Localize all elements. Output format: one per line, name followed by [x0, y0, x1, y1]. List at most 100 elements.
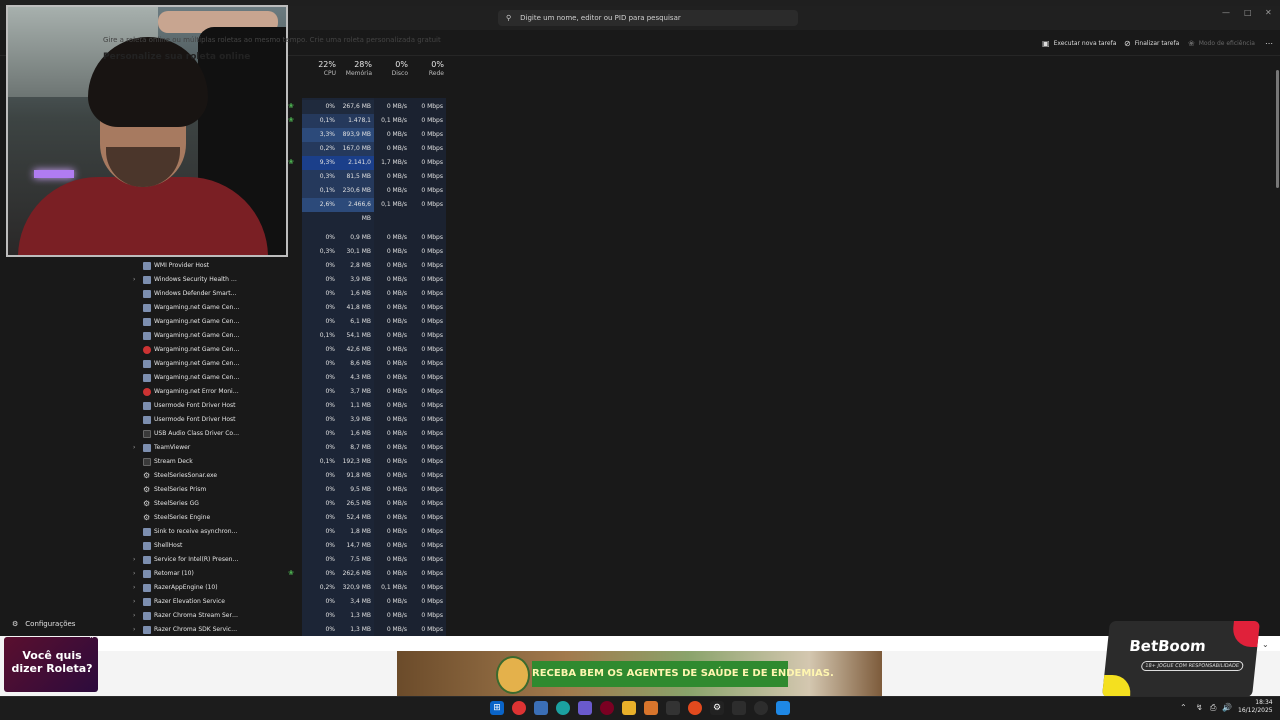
cell-net: 0 Mbps	[421, 598, 443, 605]
scrollbar-thumb[interactable]	[1276, 70, 1279, 188]
table-row[interactable]: ShellHost 0% 14,7 MB 0 MB/s 0 Mbps	[130, 539, 450, 553]
table-row[interactable]: › Razer Chroma SDK Service Ho... 0% 1,3 MB 0…	[130, 623, 450, 637]
chevron-right-icon[interactable]: ›	[133, 598, 135, 605]
banner-title[interactable]: Personalize sua roleta online	[103, 52, 250, 62]
chevron-right-icon[interactable]: ›	[133, 584, 135, 591]
chrome-icon[interactable]	[512, 701, 526, 715]
column-cpu[interactable]: 22% CPU	[302, 60, 336, 77]
disk-header: Disco	[391, 70, 408, 77]
column-memory[interactable]: 28% Memória	[338, 60, 372, 77]
table-row[interactable]: Usermode Font Driver Host 0% 1,1 MB 0 MB/s 0…	[130, 399, 450, 413]
table-row[interactable]: Stream Deck 0,1% 192,3 MB 0 MB/s 0 Mbps	[130, 455, 450, 469]
usb-icon[interactable]: ↯	[1196, 703, 1203, 712]
chevron-right-icon[interactable]: ›	[133, 556, 135, 563]
cell-disk: 0 MB/s	[386, 556, 407, 563]
task-manager-icon[interactable]	[732, 701, 746, 715]
column-network[interactable]: 0% Rede	[410, 60, 444, 77]
close-icon[interactable]: ✕	[1265, 8, 1272, 17]
tray-chevron-up-icon[interactable]: ⌃	[1180, 703, 1187, 712]
process-name: SteelSeries Prism	[154, 486, 207, 493]
cell-net: 0 Mbps	[421, 556, 443, 563]
column-disk[interactable]: 0% Disco	[374, 60, 408, 77]
cell-cpu: 0%	[325, 542, 335, 549]
chevron-right-icon[interactable]: ›	[133, 612, 135, 619]
table-row[interactable]: ⚙ SteelSeries Engine 0% 52,4 MB 0 MB/s 0 Mbps	[130, 511, 450, 525]
chevron-right-icon[interactable]: ›	[133, 570, 135, 577]
table-row[interactable]: Wargaming.net Game Center 0% 4,3 MB 0 MB/s 0…	[130, 371, 450, 385]
cell-net: 0 Mbps	[421, 276, 443, 283]
table-row[interactable]: › Razer Chroma Stream Server (... 0% 1,3 MB…	[130, 609, 450, 623]
process-name: Wargaming.net Game Center	[154, 360, 240, 367]
table-row[interactable]: Wargaming.net Game Center 0% 6,1 MB 0 MB/s 0…	[130, 315, 450, 329]
process-name: RazerAppEngine (10)	[154, 584, 218, 591]
cell-mem: 192,3 MB	[342, 458, 371, 465]
efficiency-mode-button[interactable]: ❀ Modo de eficiência	[1188, 39, 1255, 48]
table-row[interactable]: Sink to receive asynchronous ... 0% 1,8 MB…	[130, 525, 450, 539]
table-row[interactable]: ⚙ SteelSeriesSonar.exe 0% 91,8 MB 0 MB/s 0 Mb…	[130, 469, 450, 483]
table-row[interactable]: › Windows Security Health Servi... 0% 3,9 M…	[130, 273, 450, 287]
cell-mem: 3,4 MB	[350, 598, 371, 605]
cell-cpu: 0%	[325, 416, 335, 423]
chevron-down-icon[interactable]: ⌄	[1262, 640, 1269, 649]
folder-icon[interactable]	[622, 701, 636, 715]
cell-cpu: 2,6%	[302, 198, 338, 212]
maximize-icon[interactable]: □	[1244, 8, 1252, 17]
discord-icon[interactable]	[578, 701, 592, 715]
obs-icon[interactable]	[754, 701, 768, 715]
cell-cpu: 0%	[325, 514, 335, 521]
steelseries-icon[interactable]: ⚙	[710, 701, 724, 715]
table-row[interactable]: USB Audio Class Driver Contro... 0% 1,6 MB…	[130, 427, 450, 441]
table-row[interactable]: › RazerAppEngine (10) 0,2% 320,9 MB 0,1 MB/s…	[130, 581, 450, 595]
chevron-right-icon[interactable]: ›	[133, 276, 135, 283]
edge-icon[interactable]	[556, 701, 570, 715]
cell-cpu: 0%	[325, 444, 335, 451]
table-row[interactable]: WMI Provider Host 0% 2,8 MB 0 MB/s 0 Mbps	[130, 259, 450, 273]
webcam-neon-light	[34, 170, 74, 178]
chevron-right-icon[interactable]: ›	[133, 626, 135, 633]
table-row[interactable]: Wargaming.net Error Monitor 0% 3,7 MB 0 MB/…	[130, 385, 450, 399]
roleta-overlay[interactable]: Você quis dizer Roleta? ⌃	[4, 635, 98, 692]
process-name: Wargaming.net Game Center	[154, 304, 240, 311]
game-icon[interactable]	[666, 701, 680, 715]
betboom-ad[interactable]: BetBoom 18+ JOGUE COM RESPONSABILIDADE	[1102, 621, 1260, 697]
settings-nav-item[interactable]: ⚙ Configurações	[12, 620, 75, 628]
cell-net: 0 Mbps	[421, 430, 443, 437]
chevron-right-icon[interactable]: ›	[133, 444, 135, 451]
table-row[interactable]: Windows Defender SmartScreen 0% 1,6 MB 0 MB…	[130, 287, 450, 301]
cell-net: 0 Mbps	[421, 290, 443, 297]
end-task-button[interactable]: ⊘ Finalizar tarefa	[1124, 39, 1179, 48]
gear-icon: ⚙	[12, 620, 19, 628]
table-row[interactable]: Wargaming.net Game Center 0% 42,6 MB 0 MB/s…	[130, 343, 450, 357]
table-row[interactable]: › Retomar (10) ❀ 0% 262,6 MB 0 MB/s 0 Mbps	[130, 567, 450, 581]
cell-disk: 0 MB/s	[386, 444, 407, 451]
table-row[interactable]: Wargaming.net Game Center 0,1% 54,1 MB 0 MB…	[130, 329, 450, 343]
photos-icon[interactable]	[776, 701, 790, 715]
vlc-icon[interactable]	[644, 701, 658, 715]
firefox-icon[interactable]	[688, 701, 702, 715]
cell-cpu: 0,2%	[302, 142, 338, 156]
new-task-button[interactable]: ▣ Executar nova tarefa	[1042, 39, 1116, 48]
start-icon[interactable]: ⊞	[490, 701, 504, 715]
table-row[interactable]: ⚙ SteelSeries Prism 0% 9,5 MB 0 MB/s 0 Mbps	[130, 483, 450, 497]
cell-net: 0 Mbps	[421, 346, 443, 353]
table-row[interactable]: › Service for Intel(R) PresentMo... 0% 7,5 …	[130, 553, 450, 567]
calendar-icon[interactable]	[534, 701, 548, 715]
system-clock[interactable]: 18:34 16/12/2025	[1238, 699, 1273, 715]
table-row[interactable]: Wargaming.net Game Center 0% 8,6 MB 0 MB/s 0…	[130, 357, 450, 371]
more-options-icon[interactable]: ⋯	[1265, 39, 1273, 48]
leaf-icon: ❀	[1188, 39, 1195, 48]
cell-net: 0 Mbps	[421, 458, 443, 465]
cell-disk: 0 MB/s	[386, 598, 407, 605]
opera-icon[interactable]	[600, 701, 614, 715]
table-row[interactable]: › TeamViewer 0% 8,7 MB 0 MB/s 0 Mbps	[130, 441, 450, 455]
printer-icon[interactable]: ⎙	[1210, 703, 1216, 713]
table-row[interactable]: Usermode Font Driver Host 0% 3,9 MB 0 MB/s 0…	[130, 413, 450, 427]
cell-net: 0 Mbps	[421, 318, 443, 325]
table-row[interactable]: ⚙ SteelSeries GG 0% 26,5 MB 0 MB/s 0 Mbps	[130, 497, 450, 511]
minimize-icon[interactable]: —	[1222, 8, 1230, 17]
chevron-up-icon[interactable]: ⌃	[88, 635, 95, 644]
search-input[interactable]: ⚲ Digite um nome, editor ou PID para pes…	[498, 10, 798, 26]
table-row[interactable]: › Razer Elevation Service 0% 3,4 MB 0 MB/s 0 …	[130, 595, 450, 609]
table-row[interactable]: Wargaming.net Game Center 0% 41,8 MB 0 MB/s…	[130, 301, 450, 315]
volume-icon[interactable]: 🔊	[1222, 703, 1232, 712]
